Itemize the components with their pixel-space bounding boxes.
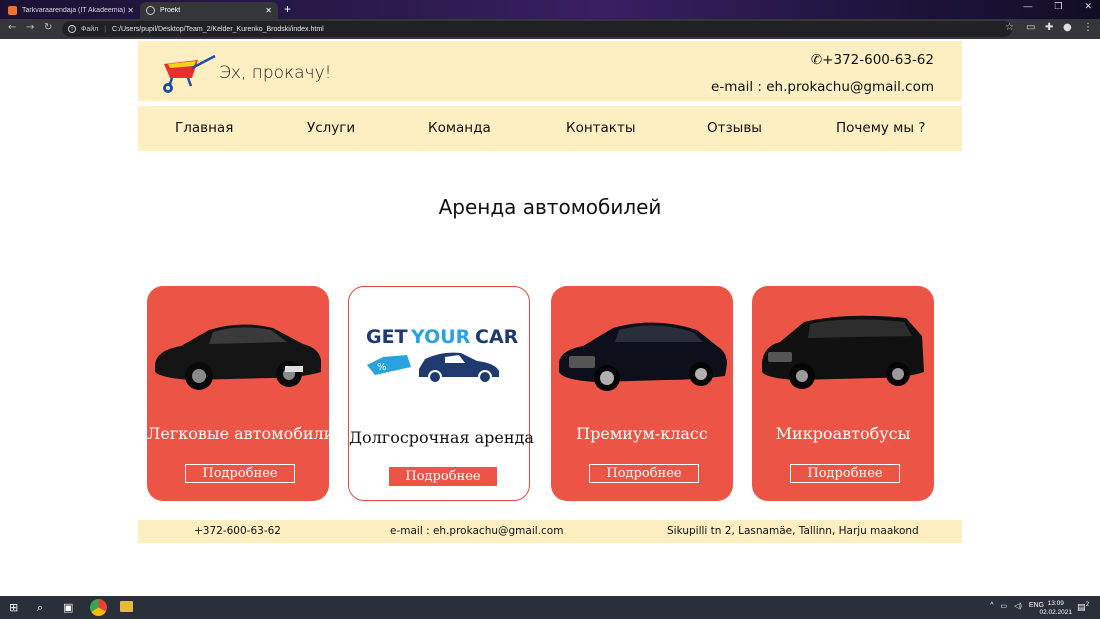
details-button[interactable]: Подробнее (389, 467, 497, 486)
info-icon[interactable]: i (68, 25, 76, 33)
discount-tag-label: % (377, 362, 387, 373)
details-button[interactable]: Подробнее (589, 464, 699, 483)
forward-icon[interactable]: → (26, 22, 34, 33)
tab-title: Proekt (160, 7, 181, 14)
card-title: Долгосрочная аренда (349, 428, 534, 447)
web-page: Эх, прокачу! ✆+372-600-63-62 e-mail : eh… (0, 39, 1100, 596)
browser-tab-bar: Tarkvaraarendaja (IT Akadeemia) ✕ Proekt… (0, 0, 1100, 19)
card-title: Легковые автомобили (147, 424, 335, 443)
extension-icon[interactable]: ▭ (1026, 22, 1035, 33)
brand-name: Эх, прокачу! (219, 63, 332, 83)
close-icon[interactable]: ✕ (127, 6, 134, 15)
sedan-car-image (155, 324, 321, 390)
window-controls: — ❐ ✕ (1023, 1, 1092, 12)
search-icon[interactable]: ⌕ (37, 601, 43, 615)
windows-taskbar: ⊞ ⌕ ▣ ^ ▭ ◁) ENG 13:09 02.02.2021 ▤2 (0, 596, 1100, 619)
chevron-up-icon[interactable]: ^ (990, 602, 993, 610)
card-passenger-cars[interactable]: Легковые автомобили Подробнее (147, 286, 335, 501)
reload-icon[interactable]: ↻ (44, 22, 52, 33)
close-window-icon[interactable]: ✕ (1084, 1, 1092, 12)
url-separator: | (104, 25, 107, 33)
tab-title: Tarkvaraarendaja (IT Akadeemia) (22, 7, 126, 14)
main-menu: Главная Услуги Команда Контакты Отзывы П… (138, 106, 962, 151)
notification-count: 2 (1085, 601, 1090, 608)
puzzle-icon[interactable]: ✚ (1045, 22, 1053, 33)
site-favicon-icon (8, 6, 17, 15)
wheelbarrow-logo-icon[interactable] (158, 50, 218, 94)
back-icon[interactable]: ← (8, 22, 16, 33)
site-header: Эх, прокачу! ✆+372-600-63-62 e-mail : eh… (138, 41, 962, 101)
address-bar-row: ← → ↻ i Файл | C:/Users/pupil/Desktop/Te… (0, 19, 1100, 39)
network-icon[interactable]: ▭ (1000, 602, 1007, 610)
card-title: Микроавтобусы (775, 424, 911, 443)
menu-item-services[interactable]: Услуги (307, 120, 355, 136)
card-premium-class[interactable]: Премиум-класс Подробнее (551, 286, 733, 501)
tab-tarkvaraarendaja[interactable]: Tarkvaraarendaja (IT Akadeemia) ✕ (2, 2, 140, 19)
menu-item-why-us[interactable]: Почему мы ? (836, 120, 925, 136)
tab-proekt[interactable]: Proekt ✕ (140, 2, 278, 19)
header-email[interactable]: e-mail : eh.prokachu@gmail.com (711, 79, 934, 95)
get-your-car-logo: GET YOUR CAR % (366, 326, 519, 384)
close-icon[interactable]: ✕ (265, 6, 272, 15)
card-title: Премиум-класс (576, 424, 708, 443)
header-phone[interactable]: ✆+372-600-63-62 (811, 52, 934, 68)
menu-dots-icon[interactable]: ⋮ (1083, 22, 1093, 33)
profile-icon[interactable]: ● (1063, 22, 1072, 33)
card-minibuses[interactable]: Микроавтобусы Подробнее (752, 286, 934, 501)
maximize-icon[interactable]: ❐ (1054, 1, 1062, 12)
clock-date: 02.02.2021 (1039, 609, 1072, 616)
logo-word-your: YOUR (410, 326, 471, 348)
page-title: Аренда автомобилей (438, 195, 662, 219)
windows-start-icon[interactable]: ⊞ (9, 601, 18, 614)
system-tray: ^ ▭ ◁) ENG (990, 602, 1044, 610)
menu-item-home[interactable]: Главная (175, 120, 233, 136)
site-footer: +372-600-63-62 e-mail : eh.prokachu@gmai… (138, 520, 962, 543)
volume-icon[interactable]: ◁) (1014, 602, 1022, 610)
new-tab-button[interactable]: + (284, 2, 291, 17)
premium-car-image (559, 322, 727, 391)
menu-item-reviews[interactable]: Отзывы (707, 120, 762, 136)
footer-email[interactable]: e-mail : eh.prokachu@gmail.com (390, 525, 563, 537)
task-view-icon[interactable]: ▣ (63, 601, 73, 614)
clock[interactable]: 13:09 02.02.2021 (1039, 599, 1072, 617)
chrome-icon[interactable] (90, 599, 107, 616)
file-explorer-icon[interactable] (120, 601, 133, 612)
url-field[interactable]: i Файл | C:/Users/pupil/Desktop/Team_2/K… (62, 21, 1012, 37)
clock-time: 13:09 (1047, 600, 1064, 607)
minibus-image (762, 315, 924, 389)
details-button[interactable]: Подробнее (185, 464, 295, 483)
url-text: C:/Users/pupil/Desktop/Team_2/Kelder_Kur… (112, 25, 324, 33)
minimize-icon[interactable]: — (1023, 1, 1032, 12)
menu-item-contacts[interactable]: Контакты (566, 120, 635, 136)
footer-address: Sikupilli tn 2, Lasnamäe, Tallinn, Harju… (667, 525, 919, 537)
logo-word-car: CAR (475, 326, 519, 348)
menu-item-team[interactable]: Команда (428, 120, 491, 136)
details-button[interactable]: Подробнее (790, 464, 900, 483)
globe-icon (146, 6, 155, 15)
star-icon[interactable]: ☆ (1005, 22, 1014, 33)
logo-word-get: GET (366, 326, 408, 348)
url-scheme-label: Файл (81, 25, 99, 33)
footer-phone[interactable]: +372-600-63-62 (194, 525, 281, 537)
card-long-term-rent[interactable]: GET YOUR CAR % Долгосрочная аренда Подро… (348, 286, 534, 501)
notifications-icon[interactable]: ▤2 (1077, 601, 1089, 613)
